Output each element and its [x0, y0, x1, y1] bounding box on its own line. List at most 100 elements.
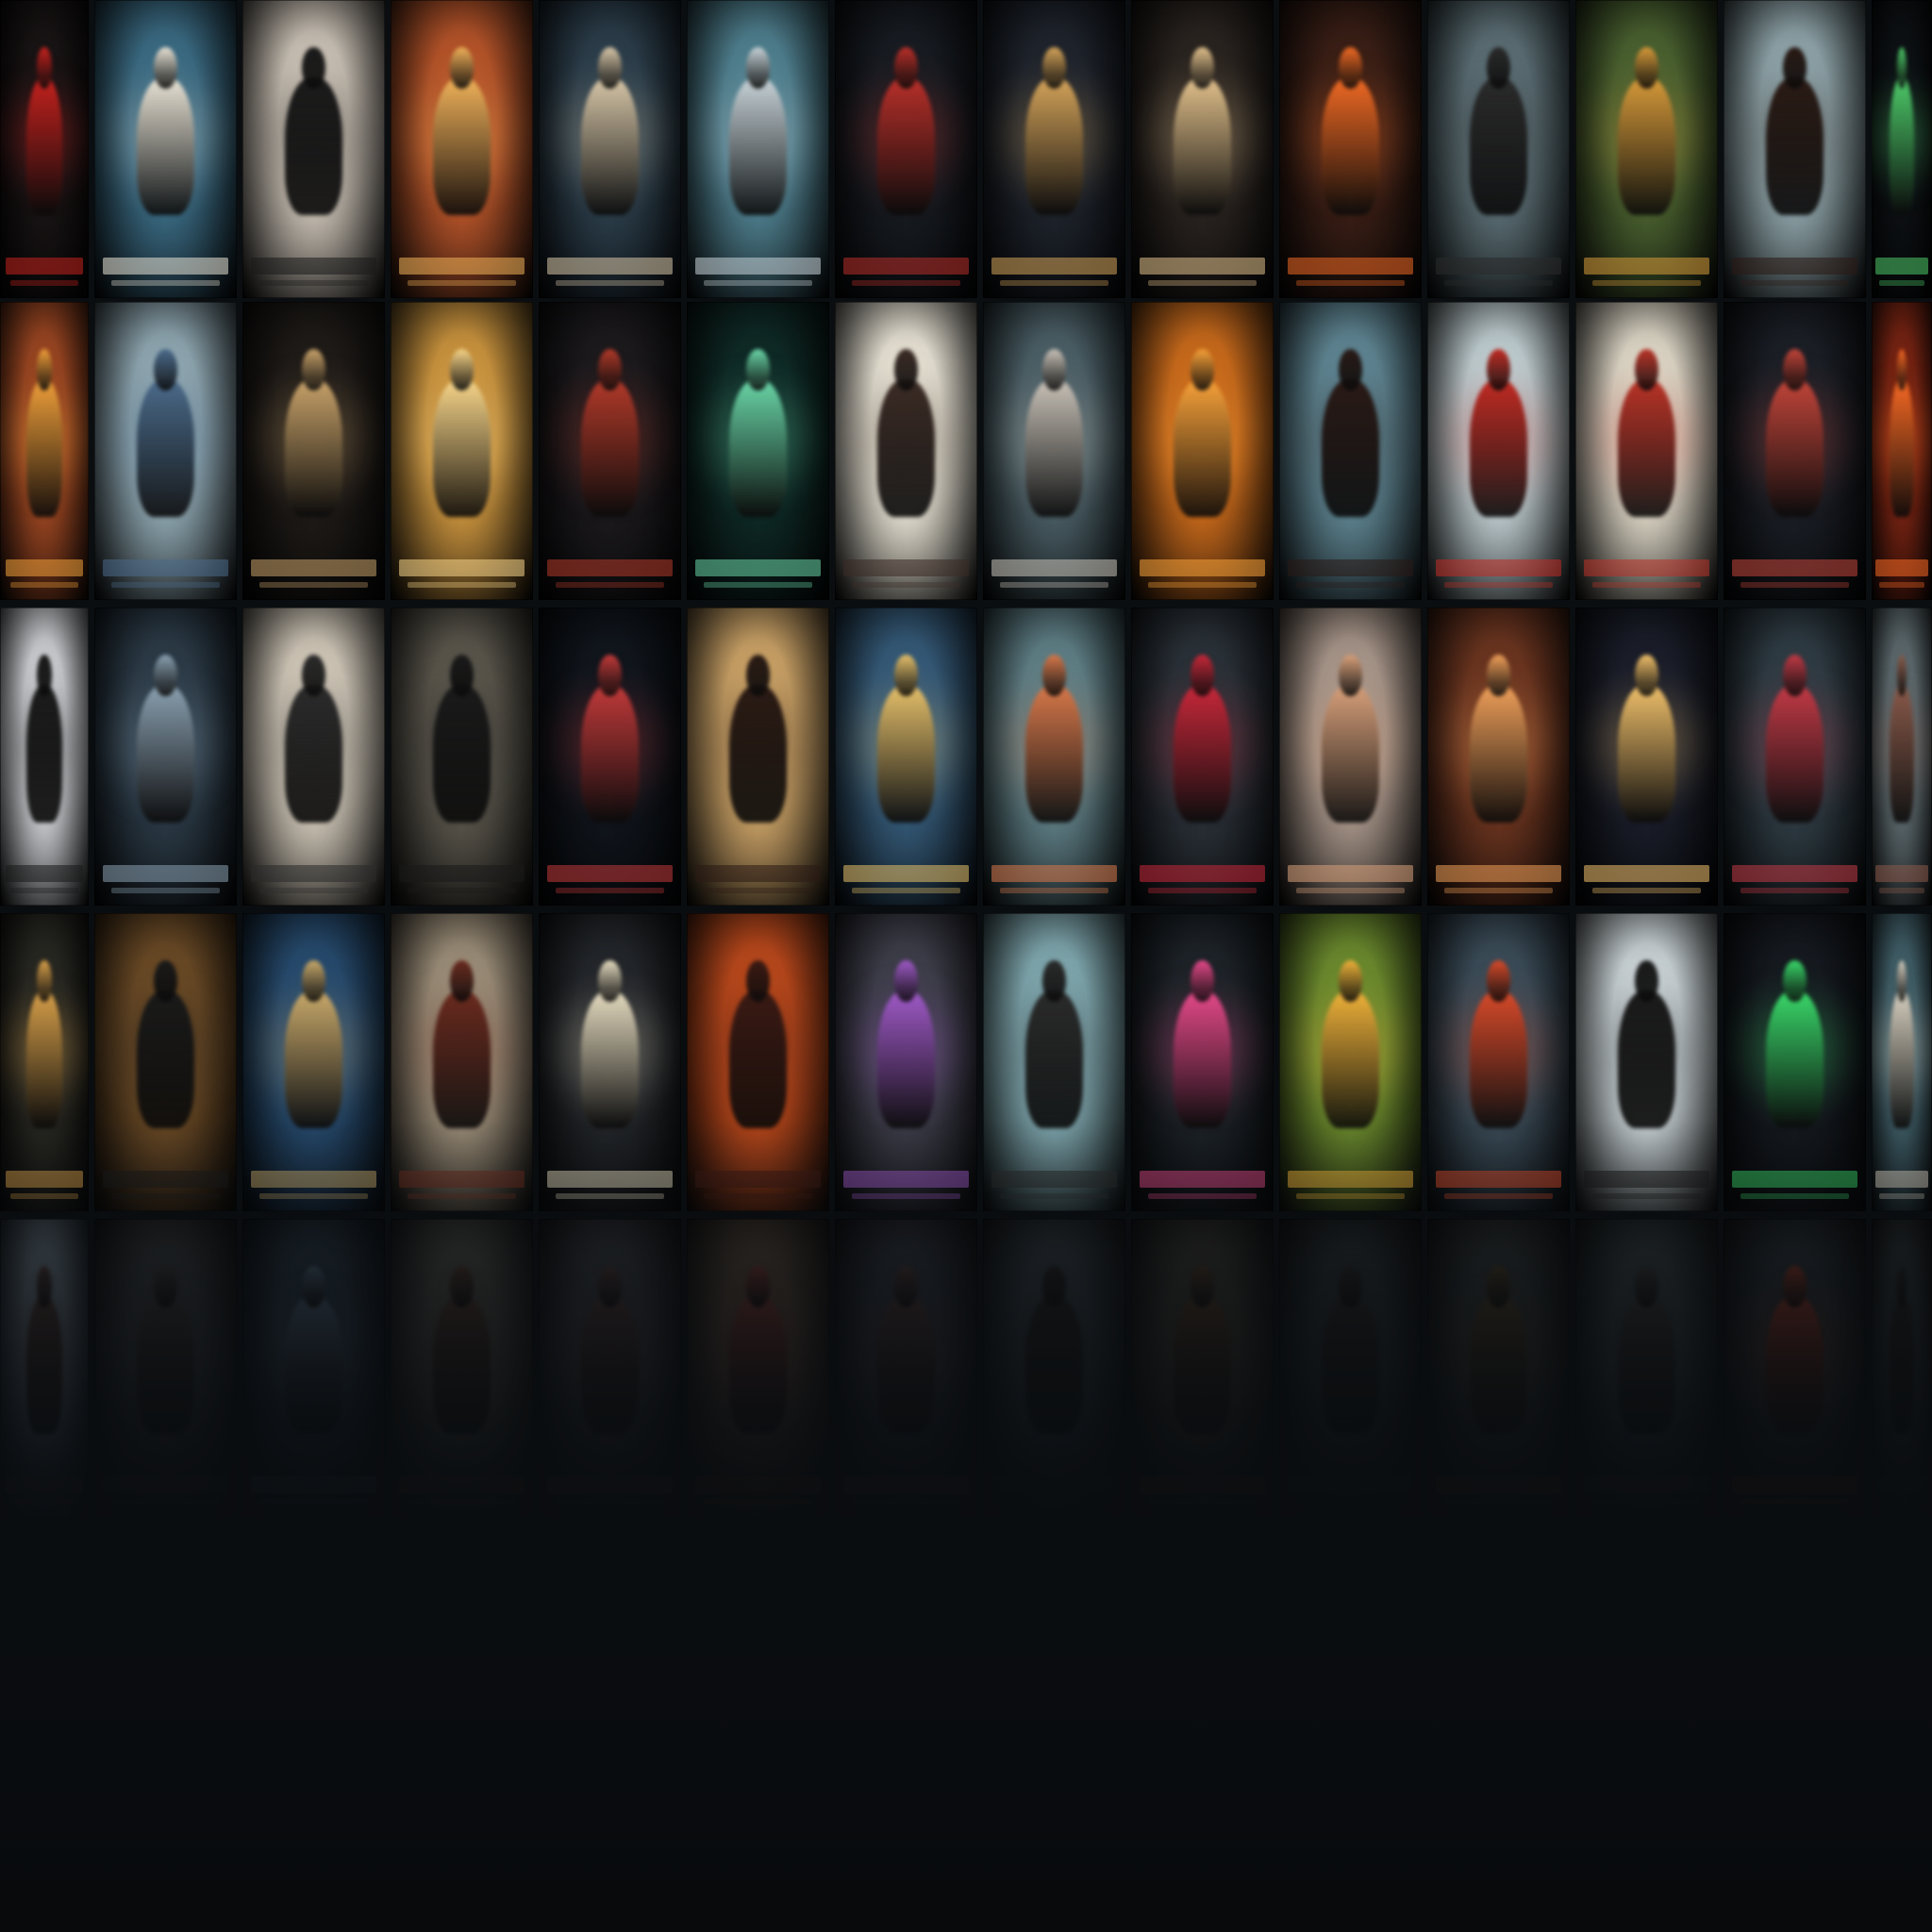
poster-tile[interactable] [1427, 608, 1570, 906]
poster-tile[interactable] [1279, 913, 1422, 1211]
poster-title-block [1140, 1475, 1265, 1493]
poster-tile[interactable] [94, 608, 237, 906]
poster-title-block [695, 257, 821, 275]
poster-tile[interactable] [1131, 302, 1274, 600]
poster-tile[interactable] [1427, 913, 1570, 1211]
poster-tile[interactable] [1872, 0, 1932, 298]
poster-credits-block [1296, 280, 1405, 287]
poster-credits-block [1878, 582, 1925, 589]
poster-tile[interactable] [539, 0, 681, 298]
poster-tile[interactable] [1427, 302, 1570, 600]
poster-tile[interactable] [1279, 608, 1422, 906]
poster-credits-block [10, 1193, 78, 1200]
poster-tile[interactable] [835, 608, 977, 906]
poster-tile[interactable] [1575, 913, 1718, 1211]
poster-tile[interactable] [1872, 608, 1932, 906]
poster-art-figure [1766, 960, 1824, 1128]
poster-tile[interactable] [0, 0, 89, 298]
poster-title-block [5, 257, 84, 275]
poster-credits-block [259, 1499, 368, 1506]
poster-tile[interactable] [1575, 0, 1718, 298]
poster-title-block [1288, 257, 1413, 275]
poster-tile[interactable] [242, 302, 385, 600]
poster-tile[interactable] [1575, 302, 1718, 600]
poster-tile[interactable] [1872, 913, 1932, 1211]
poster-tile[interactable] [1724, 1219, 1866, 1517]
poster-tile[interactable] [391, 913, 533, 1211]
poster-tile[interactable] [391, 0, 533, 298]
poster-tile[interactable] [1427, 1219, 1570, 1517]
poster-tile[interactable] [391, 1219, 533, 1517]
poster-art-figure [1890, 655, 1914, 823]
poster-title-block [1584, 558, 1709, 576]
poster-tile[interactable] [983, 1219, 1125, 1517]
poster-art-figure [1470, 47, 1527, 215]
poster-tile[interactable] [687, 913, 829, 1211]
poster-tile[interactable] [242, 608, 385, 906]
poster-tile[interactable] [242, 1219, 385, 1517]
poster-title-block [399, 1170, 525, 1188]
poster-tile[interactable] [242, 0, 385, 298]
poster-tile[interactable] [539, 913, 681, 1211]
poster-tile[interactable] [1575, 1219, 1718, 1517]
poster-tile[interactable] [1131, 1219, 1274, 1517]
poster-tile[interactable] [242, 913, 385, 1211]
poster-tile[interactable] [1279, 302, 1422, 600]
poster-tile[interactable] [94, 913, 237, 1211]
poster-art-figure [137, 960, 194, 1128]
poster-tile[interactable] [687, 1219, 829, 1517]
poster-credits-block [1444, 1193, 1553, 1200]
poster-tile[interactable] [1575, 608, 1718, 906]
poster-tile[interactable] [1427, 0, 1570, 298]
poster-tile[interactable] [983, 0, 1125, 298]
poster-tile[interactable] [391, 608, 533, 906]
poster-art-figure [1174, 47, 1231, 215]
poster-tile[interactable] [539, 302, 681, 600]
poster-title-block [1436, 257, 1561, 275]
poster-tile[interactable] [1724, 0, 1866, 298]
poster-tile[interactable] [983, 913, 1125, 1211]
poster-art-figure [285, 960, 342, 1128]
poster-credits-block [852, 1499, 960, 1506]
poster-art-figure [137, 655, 194, 823]
poster-tile[interactable] [1131, 0, 1274, 298]
poster-tile[interactable] [391, 302, 533, 600]
poster-tile[interactable] [1279, 0, 1422, 298]
poster-credits-block [10, 1499, 78, 1506]
poster-tile[interactable] [835, 1219, 977, 1517]
poster-art-figure [137, 1266, 194, 1434]
poster-art-figure [877, 1266, 935, 1434]
poster-credits-block [1444, 1499, 1553, 1506]
poster-tile[interactable] [539, 608, 681, 906]
poster-tile[interactable] [1131, 608, 1274, 906]
poster-tile[interactable] [1279, 1219, 1422, 1517]
poster-tile[interactable] [1131, 913, 1274, 1211]
poster-tile[interactable] [94, 1219, 237, 1517]
poster-tile[interactable] [539, 1219, 681, 1517]
poster-title-block [103, 1475, 228, 1493]
poster-tile[interactable] [835, 913, 977, 1211]
poster-art-figure [581, 47, 639, 215]
poster-tile[interactable] [0, 913, 89, 1211]
poster-tile[interactable] [1724, 608, 1866, 906]
poster-tile[interactable] [1872, 302, 1932, 600]
poster-credits-block [1444, 582, 1553, 589]
poster-tile[interactable] [94, 302, 237, 600]
poster-tile[interactable] [1724, 913, 1866, 1211]
poster-tile[interactable] [1724, 302, 1866, 600]
poster-title-block [547, 257, 673, 275]
poster-credits-block [111, 280, 220, 287]
poster-tile[interactable] [687, 302, 829, 600]
poster-tile[interactable] [1872, 1219, 1932, 1517]
poster-tile[interactable] [835, 302, 977, 600]
poster-tile[interactable] [835, 0, 977, 298]
poster-tile[interactable] [0, 608, 89, 906]
poster-art-figure [1174, 960, 1231, 1128]
poster-tile[interactable] [983, 608, 1125, 906]
poster-tile[interactable] [0, 1219, 89, 1517]
poster-tile[interactable] [983, 302, 1125, 600]
poster-tile[interactable] [687, 608, 829, 906]
poster-tile[interactable] [0, 302, 89, 600]
poster-tile[interactable] [94, 0, 237, 298]
poster-tile[interactable] [687, 0, 829, 298]
